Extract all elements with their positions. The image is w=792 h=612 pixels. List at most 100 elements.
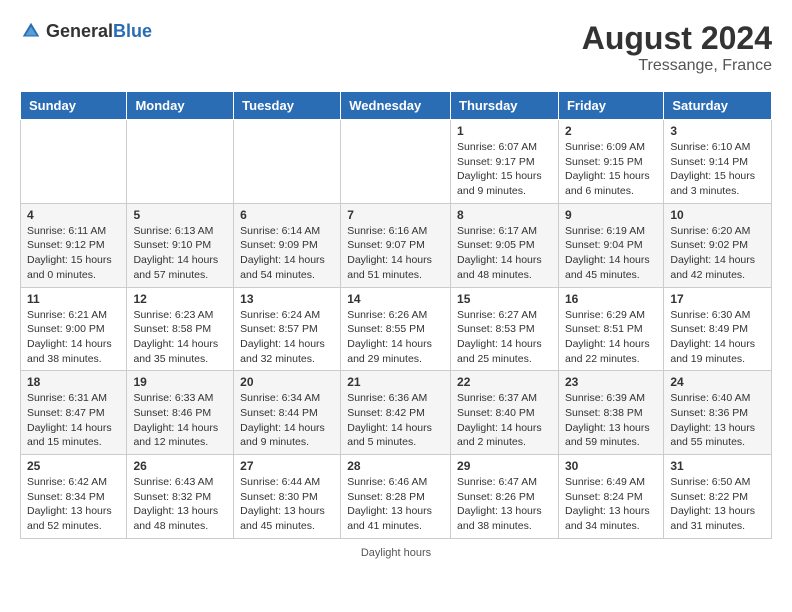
sunset-text: Sunset: 8:42 PM xyxy=(347,406,444,421)
day-number: 1 xyxy=(457,124,552,138)
day-number: 31 xyxy=(670,459,765,473)
day-info: Sunrise: 6:21 AMSunset: 9:00 PMDaylight:… xyxy=(27,308,120,367)
sunset-text: Sunset: 8:26 PM xyxy=(457,490,552,505)
day-info: Sunrise: 6:26 AMSunset: 8:55 PMDaylight:… xyxy=(347,308,444,367)
sunrise-text: Sunrise: 6:40 AM xyxy=(670,391,765,406)
day-info: Sunrise: 6:27 AMSunset: 8:53 PMDaylight:… xyxy=(457,308,552,367)
day-info: Sunrise: 6:11 AMSunset: 9:12 PMDaylight:… xyxy=(27,224,120,283)
day-number: 25 xyxy=(27,459,120,473)
daylight-text: Daylight: 14 hours and 2 minutes. xyxy=(457,421,552,450)
sunset-text: Sunset: 8:57 PM xyxy=(240,322,334,337)
day-info: Sunrise: 6:23 AMSunset: 8:58 PMDaylight:… xyxy=(133,308,227,367)
sunset-text: Sunset: 8:51 PM xyxy=(565,322,657,337)
daylight-text: Daylight: 14 hours and 9 minutes. xyxy=(240,421,334,450)
col-header-thursday: Thursday xyxy=(451,92,559,120)
day-info: Sunrise: 6:29 AMSunset: 8:51 PMDaylight:… xyxy=(565,308,657,367)
calendar-cell: 26Sunrise: 6:43 AMSunset: 8:32 PMDayligh… xyxy=(127,455,234,539)
day-info: Sunrise: 6:46 AMSunset: 8:28 PMDaylight:… xyxy=(347,475,444,534)
day-number: 7 xyxy=(347,208,444,222)
sunrise-text: Sunrise: 6:21 AM xyxy=(27,308,120,323)
sunrise-text: Sunrise: 6:43 AM xyxy=(133,475,227,490)
day-info: Sunrise: 6:49 AMSunset: 8:24 PMDaylight:… xyxy=(565,475,657,534)
daylight-text: Daylight: 15 hours and 3 minutes. xyxy=(670,169,765,198)
day-number: 8 xyxy=(457,208,552,222)
calendar-cell: 4 Sunrise: 6:11 AMSunset: 9:12 PMDaylight… xyxy=(21,203,127,287)
daylight-text: Daylight: 14 hours and 48 minutes. xyxy=(457,253,552,282)
daylight-text: Daylight: 14 hours and 22 minutes. xyxy=(565,337,657,366)
logo: GeneralBlue xyxy=(20,20,152,42)
daylight-text: Daylight: 13 hours and 38 minutes. xyxy=(457,504,552,533)
sunset-text: Sunset: 8:30 PM xyxy=(240,490,334,505)
sunrise-text: Sunrise: 6:37 AM xyxy=(457,391,552,406)
day-number: 11 xyxy=(27,292,120,306)
calendar-cell: 8Sunrise: 6:17 AMSunset: 9:05 PMDaylight… xyxy=(451,203,559,287)
daylight-text: Daylight: 13 hours and 52 minutes. xyxy=(27,504,120,533)
calendar-week-5: 25Sunrise: 6:42 AMSunset: 8:34 PMDayligh… xyxy=(21,455,772,539)
day-info: Sunrise: 6:16 AMSunset: 9:07 PMDaylight:… xyxy=(347,224,444,283)
day-info: Sunrise: 6:30 AMSunset: 8:49 PMDaylight:… xyxy=(670,308,765,367)
calendar-cell: 13Sunrise: 6:24 AMSunset: 8:57 PMDayligh… xyxy=(234,287,341,371)
calendar-cell xyxy=(127,120,234,204)
sunrise-text: Sunrise: 6:17 AM xyxy=(457,224,552,239)
day-number: 29 xyxy=(457,459,552,473)
day-number: 20 xyxy=(240,375,334,389)
day-number: 2 xyxy=(565,124,657,138)
sunrise-text: Sunrise: 6:27 AM xyxy=(457,308,552,323)
sunrise-text: Sunrise: 6:19 AM xyxy=(565,224,657,239)
calendar-week-1: 1 Sunrise: 6:07 AMSunset: 9:17 PMDaylight… xyxy=(21,120,772,204)
sunset-text: Sunset: 8:32 PM xyxy=(133,490,227,505)
day-number: 4 xyxy=(27,208,120,222)
sunrise-text: Sunrise: 6:29 AM xyxy=(565,308,657,323)
calendar-week-3: 11 Sunrise: 6:21 AMSunset: 9:00 PMDayligh… xyxy=(21,287,772,371)
sunrise-text: Sunrise: 6:20 AM xyxy=(670,224,765,239)
logo-icon xyxy=(20,20,42,42)
sunset-text: Sunset: 9:15 PM xyxy=(565,155,657,170)
calendar-cell: 14 Sunrise: 6:26 AMSunset: 8:55 PMDayligh… xyxy=(341,287,451,371)
day-number: 18 xyxy=(27,375,120,389)
day-info: Sunrise: 6:20 AMSunset: 9:02 PMDaylight:… xyxy=(670,224,765,283)
sunset-text: Sunset: 9:09 PM xyxy=(240,238,334,253)
title-block: August 2024 Tressange, France xyxy=(582,20,772,75)
day-info: Sunrise: 6:24 AMSunset: 8:57 PMDaylight:… xyxy=(240,308,334,367)
daylight-text: Daylight: 14 hours and 42 minutes. xyxy=(670,253,765,282)
calendar-cell: 9Sunrise: 6:19 AMSunset: 9:04 PMDaylight… xyxy=(558,203,663,287)
calendar-header-row: SundayMondayTuesdayWednesdayThursdayFrid… xyxy=(21,92,772,120)
col-header-monday: Monday xyxy=(127,92,234,120)
day-number: 15 xyxy=(457,292,552,306)
calendar-week-2: 4 Sunrise: 6:11 AMSunset: 9:12 PMDaylight… xyxy=(21,203,772,287)
sunset-text: Sunset: 8:36 PM xyxy=(670,406,765,421)
sunset-text: Sunset: 8:44 PM xyxy=(240,406,334,421)
day-number: 14 xyxy=(347,292,444,306)
sunrise-text: Sunrise: 6:16 AM xyxy=(347,224,444,239)
day-number: 23 xyxy=(565,375,657,389)
calendar-cell: 22Sunrise: 6:37 AMSunset: 8:40 PMDayligh… xyxy=(451,371,559,455)
calendar-cell: 30Sunrise: 6:49 AMSunset: 8:24 PMDayligh… xyxy=(558,455,663,539)
daylight-text: Daylight: 14 hours and 35 minutes. xyxy=(133,337,227,366)
day-number: 28 xyxy=(347,459,444,473)
sunrise-text: Sunrise: 6:50 AM xyxy=(670,475,765,490)
daylight-text: Daylight: 13 hours and 59 minutes. xyxy=(565,421,657,450)
day-info: Sunrise: 6:10 AMSunset: 9:14 PMDaylight:… xyxy=(670,140,765,199)
sunset-text: Sunset: 8:55 PM xyxy=(347,322,444,337)
sunrise-text: Sunrise: 6:33 AM xyxy=(133,391,227,406)
col-header-sunday: Sunday xyxy=(21,92,127,120)
day-number: 19 xyxy=(133,375,227,389)
day-info: Sunrise: 6:07 AMSunset: 9:17 PMDaylight:… xyxy=(457,140,552,199)
daylight-text: Daylight: 14 hours and 5 minutes. xyxy=(347,421,444,450)
daylight-text: Daylight: 13 hours and 41 minutes. xyxy=(347,504,444,533)
day-number: 24 xyxy=(670,375,765,389)
day-info: Sunrise: 6:44 AMSunset: 8:30 PMDaylight:… xyxy=(240,475,334,534)
col-header-tuesday: Tuesday xyxy=(234,92,341,120)
daylight-text: Daylight: 14 hours and 54 minutes. xyxy=(240,253,334,282)
day-info: Sunrise: 6:39 AMSunset: 8:38 PMDaylight:… xyxy=(565,391,657,450)
day-info: Sunrise: 6:50 AMSunset: 8:22 PMDaylight:… xyxy=(670,475,765,534)
sunset-text: Sunset: 8:49 PM xyxy=(670,322,765,337)
calendar-cell xyxy=(21,120,127,204)
daylight-text: Daylight: 14 hours and 12 minutes. xyxy=(133,421,227,450)
sunrise-text: Sunrise: 6:36 AM xyxy=(347,391,444,406)
calendar-cell xyxy=(234,120,341,204)
calendar-cell: 2Sunrise: 6:09 AMSunset: 9:15 PMDaylight… xyxy=(558,120,663,204)
sunset-text: Sunset: 8:24 PM xyxy=(565,490,657,505)
sunrise-text: Sunrise: 6:11 AM xyxy=(27,224,120,239)
logo-text: GeneralBlue xyxy=(46,21,152,42)
